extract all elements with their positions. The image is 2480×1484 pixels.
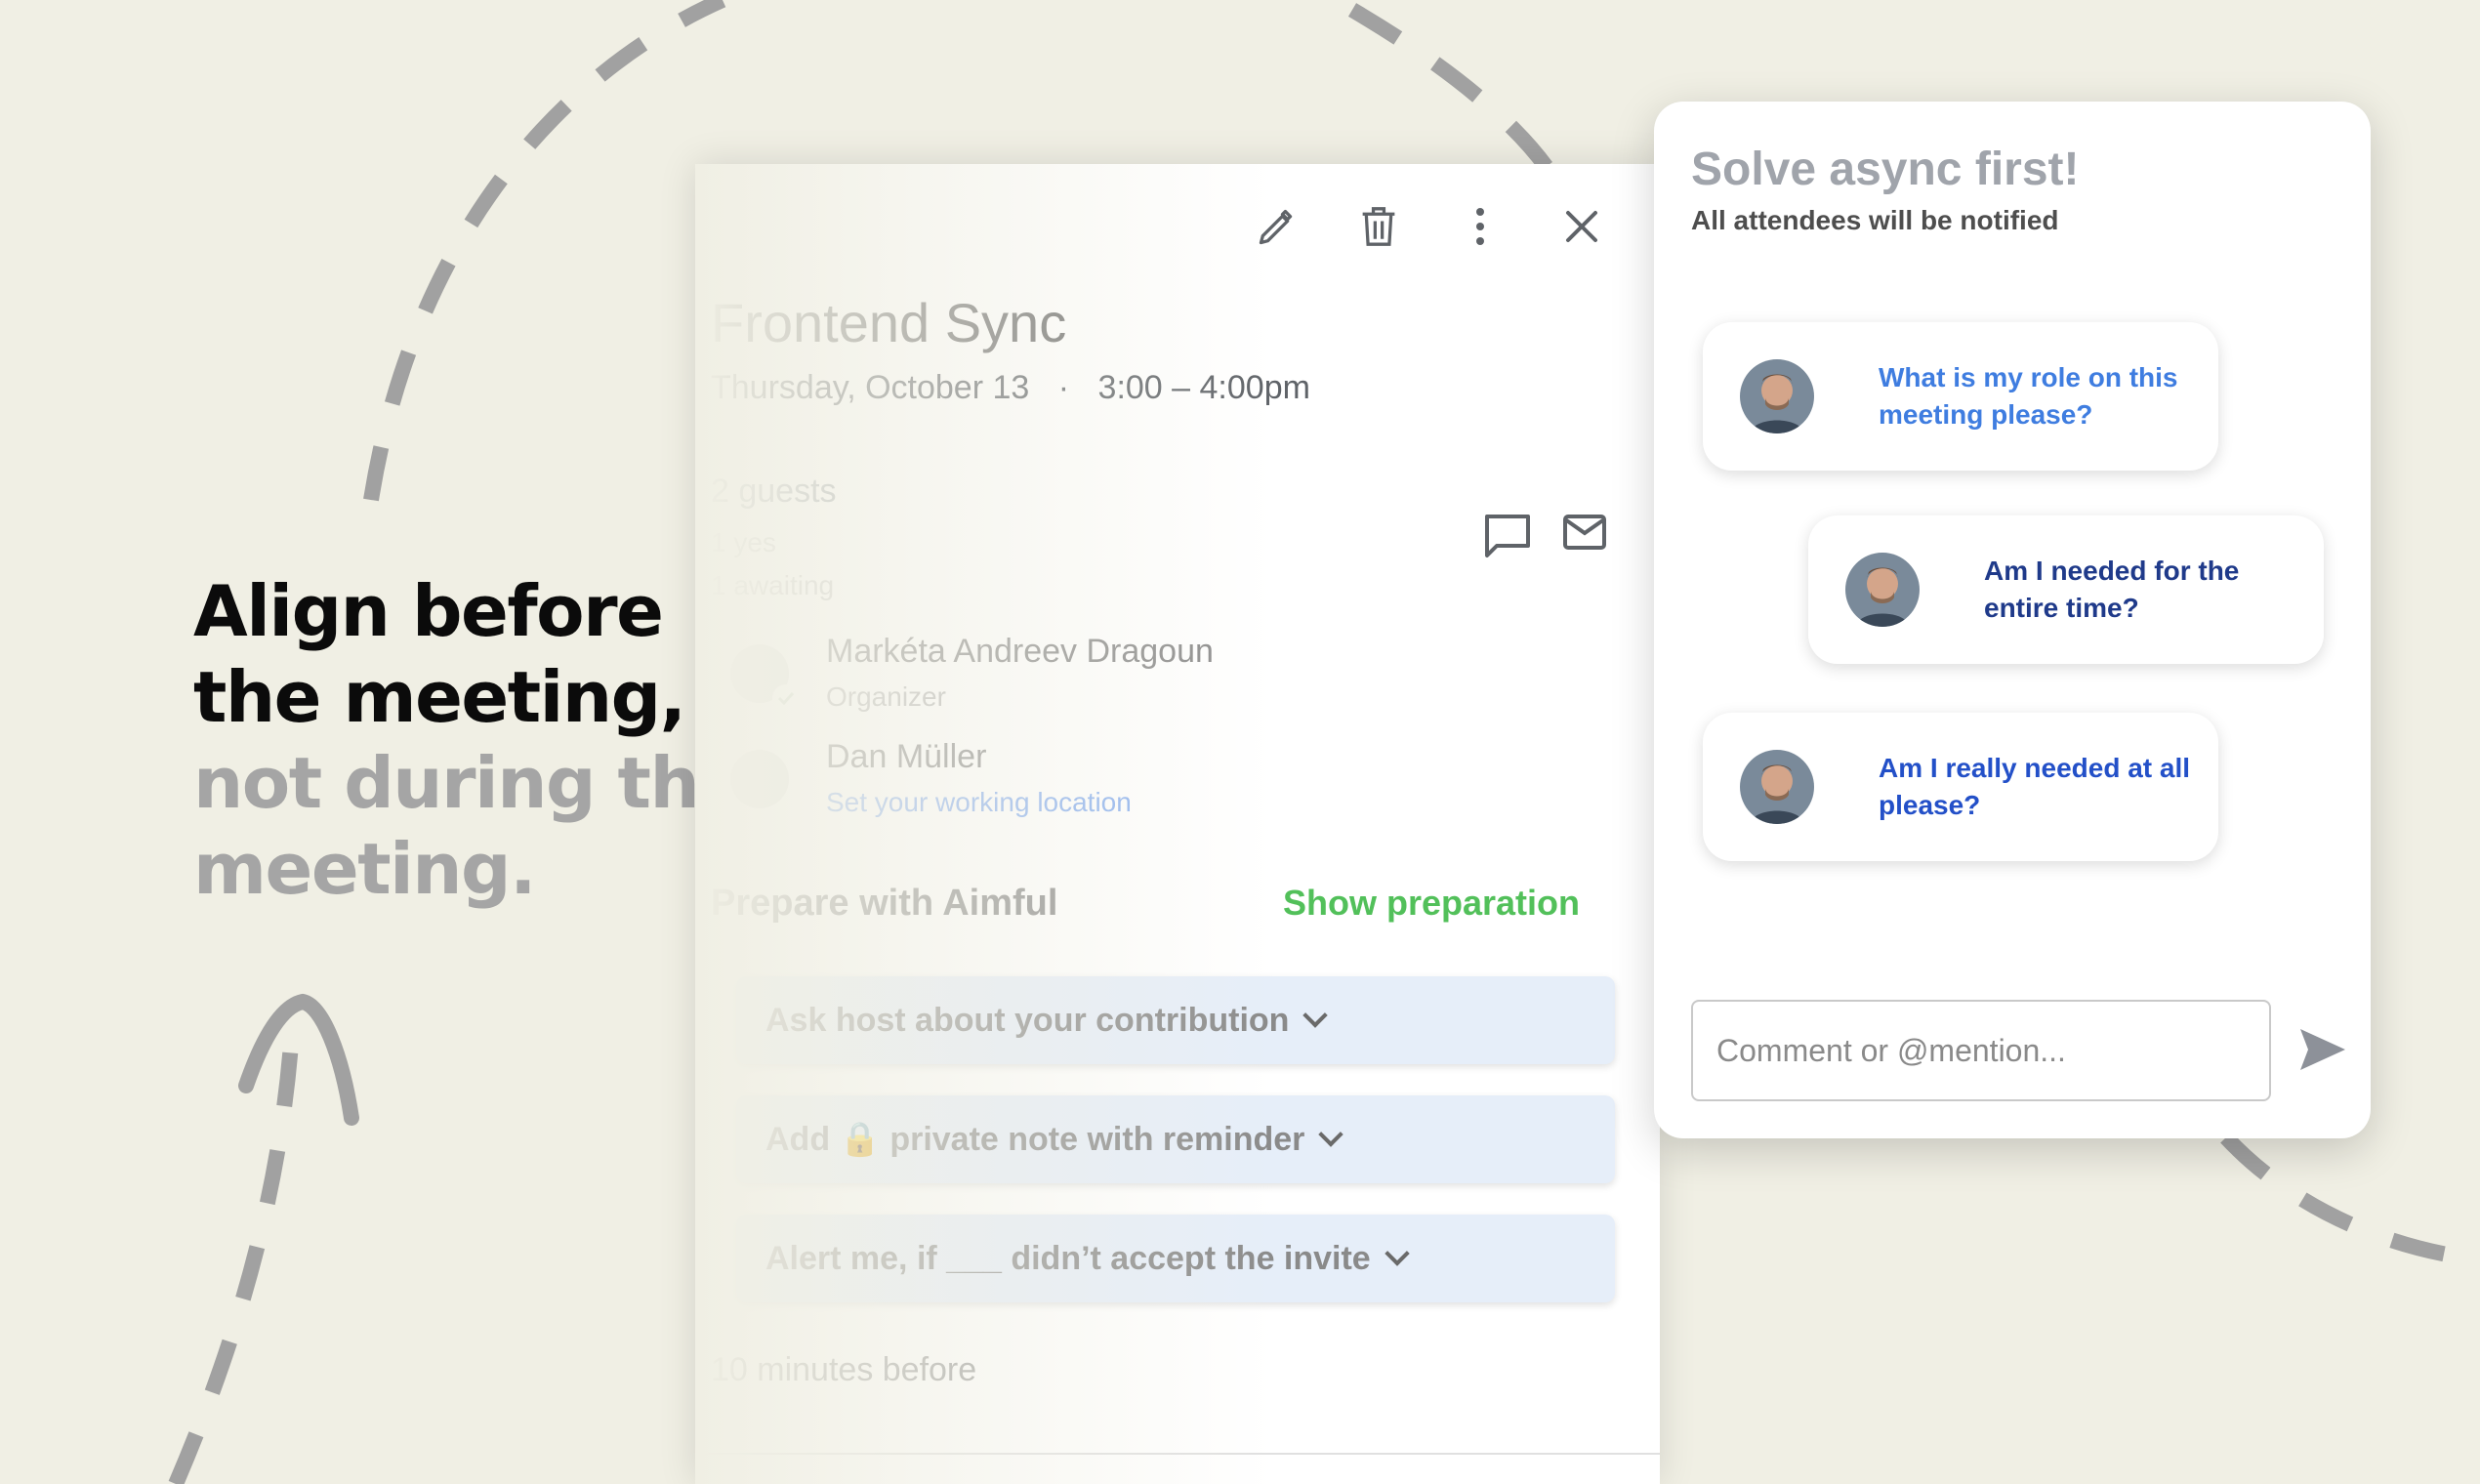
event-title: Frontend Sync	[711, 292, 1067, 353]
working-location-link[interactable]: Set your working location	[826, 787, 1132, 818]
avatar	[1845, 553, 1920, 627]
panel-title: Solve async first!	[1691, 144, 2080, 195]
guests-yes-count: 1 yes	[711, 527, 776, 557]
prep-item-label: Alert me, if ___ didn’t accept the invit…	[765, 1239, 1371, 1277]
datetime-separator: ·	[1057, 369, 1070, 406]
reminder-text: 10 minutes before	[711, 1351, 977, 1388]
event-date: Thursday, October 13	[711, 369, 1030, 406]
page-headline: Align before the meeting, not during the…	[193, 568, 746, 912]
event-time: 3:00 – 4:00pm	[1097, 369, 1310, 406]
avatar	[730, 750, 789, 808]
guest-organizer[interactable]: Markéta Andreev Dragoun Organizer	[711, 633, 1394, 721]
send-icon[interactable]	[2296, 1023, 2349, 1076]
avatar	[1740, 750, 1814, 824]
chevron-down-icon	[1385, 1241, 1410, 1266]
chat-bubble-icon	[1485, 515, 1530, 557]
panel-subtitle: All attendees will be notified	[1691, 205, 2059, 235]
prep-item-label: Ask host about your contribution	[765, 1001, 1290, 1039]
check-badge-icon	[772, 684, 800, 712]
guest-name: Markéta Andreev Dragoun	[826, 633, 1214, 670]
headline-line-3: not during the	[193, 742, 746, 824]
headline-line-4: meeting.	[193, 828, 536, 910]
trash-icon	[1362, 207, 1395, 246]
guest-name: Dan Müller	[826, 738, 987, 775]
guest-role: Organizer	[826, 681, 946, 712]
more-options-button[interactable]	[1453, 199, 1508, 254]
comment-text: Am I really needed at all please?	[1879, 753, 2191, 820]
prepare-section-title: Prepare with Aimful	[711, 883, 1058, 924]
guest-actions	[1484, 514, 1607, 563]
comment-text: Am I needed for the entire time?	[1984, 556, 2240, 623]
more-vert-icon	[1476, 208, 1484, 245]
chat-button[interactable]	[1484, 514, 1531, 563]
headline-line-1: Align before	[193, 570, 664, 652]
delete-button[interactable]	[1351, 199, 1406, 254]
comment-input[interactable]	[1691, 1000, 2271, 1101]
prep-dropdown-private-note[interactable]: Add 🔒 private note with reminder	[736, 1095, 1615, 1183]
comment-text: What is my role on this meeting please?	[1879, 362, 2178, 430]
pencil-icon	[1259, 209, 1293, 245]
event-toolbar	[1250, 199, 1609, 254]
chevron-down-icon	[1318, 1122, 1344, 1147]
email-button[interactable]	[1562, 514, 1607, 563]
headline-line-2: the meeting,	[193, 656, 686, 738]
comment-bubble[interactable]: Am I needed for the entire time?	[1808, 515, 2324, 664]
close-button[interactable]	[1554, 199, 1609, 254]
event-details-card: Frontend Sync Thursday, October 13 · 3:0…	[695, 164, 1660, 1484]
chevron-down-icon	[1302, 1003, 1329, 1028]
guests-count: 2 guests	[711, 473, 837, 510]
prep-item-label: Add 🔒 private note with reminder	[765, 1121, 1305, 1158]
prep-dropdown-alert[interactable]: Alert me, if ___ didn’t accept the invit…	[736, 1215, 1615, 1302]
guest-item[interactable]: Dan Müller Set your working location	[711, 738, 1394, 826]
comment-bubble[interactable]: Am I really needed at all please?	[1703, 713, 2218, 861]
guests-awaiting-count: 1 awaiting	[711, 570, 835, 600]
divider	[695, 1453, 1660, 1455]
mail-icon	[1563, 515, 1606, 550]
comment-bubble[interactable]: What is my role on this meeting please?	[1703, 322, 2218, 471]
comment-panel: Solve async first! All attendees will be…	[1654, 102, 2371, 1138]
edit-button[interactable]	[1250, 199, 1304, 254]
prep-dropdown-contribution[interactable]: Ask host about your contribution	[736, 976, 1615, 1064]
close-icon	[1566, 211, 1597, 242]
event-datetime: Thursday, October 13 · 3:00 – 4:00pm	[711, 369, 1310, 407]
avatar	[1740, 359, 1814, 433]
show-preparation-link[interactable]: Show preparation	[1283, 883, 1580, 924]
